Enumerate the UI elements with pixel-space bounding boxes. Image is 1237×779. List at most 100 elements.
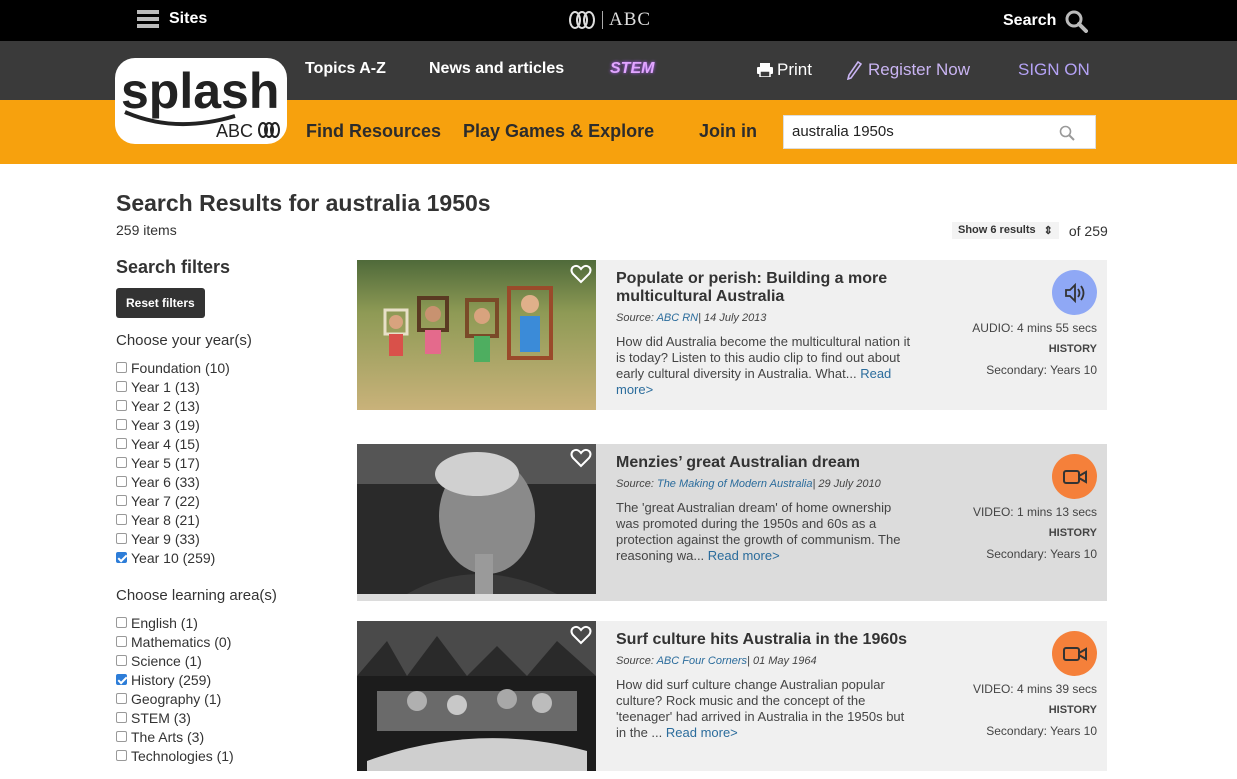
results-total: of 259 bbox=[1068, 222, 1108, 239]
sign-on-link[interactable]: SIGN ON bbox=[1018, 60, 1090, 80]
filter-checkbox[interactable] bbox=[116, 617, 127, 628]
result-meta: VIDEO: 1 mins 13 secs HISTORY Secondary: Y… bbox=[973, 454, 1097, 561]
filter-option-label: Year 8 (21) bbox=[131, 511, 200, 528]
filter-checkbox[interactable] bbox=[116, 750, 127, 761]
filter-option[interactable]: Year 2 (13) bbox=[116, 396, 316, 415]
filter-checkbox[interactable] bbox=[116, 731, 127, 742]
subject-tag: HISTORY bbox=[1048, 343, 1097, 355]
subject-tag: HISTORY bbox=[1048, 704, 1097, 716]
read-more-link[interactable]: Read more> bbox=[708, 548, 780, 563]
filter-option[interactable]: STEM (3) bbox=[116, 708, 316, 727]
filter-option-label: Year 9 (33) bbox=[131, 530, 200, 547]
result-title[interactable]: Surf culture hits Australia in the 1960s bbox=[616, 631, 916, 649]
result-title[interactable]: Menzies’ great Australian dream bbox=[616, 454, 916, 472]
filter-option[interactable]: Year 7 (22) bbox=[116, 491, 316, 510]
nav-stem-link[interactable]: STEM bbox=[610, 60, 654, 78]
play-games-link[interactable]: Play Games & Explore bbox=[463, 121, 654, 142]
filter-checkbox[interactable] bbox=[116, 636, 127, 647]
result-description: How did Australia become the multicultur… bbox=[616, 334, 916, 398]
filter-option[interactable]: Year 4 (15) bbox=[116, 434, 316, 453]
filters-title: Search filters bbox=[116, 257, 231, 277]
filter-checkbox[interactable] bbox=[116, 362, 127, 373]
filter-checkbox[interactable] bbox=[116, 712, 127, 723]
filter-checkbox[interactable] bbox=[116, 693, 127, 704]
filter-checkbox[interactable] bbox=[116, 655, 127, 666]
result-title[interactable]: Populate or perish: Building a more mult… bbox=[616, 270, 916, 306]
result-source: Source: ABC RN| 14 July 2013 bbox=[616, 312, 916, 324]
abc-logo[interactable]: ABC bbox=[568, 9, 651, 31]
result-thumbnail[interactable] bbox=[357, 260, 596, 410]
filter-option[interactable]: Geography (1) bbox=[116, 689, 316, 708]
filter-option[interactable]: Mathematics (0) bbox=[116, 632, 316, 651]
reset-filters-button[interactable]: Reset filters bbox=[116, 288, 205, 318]
hamburger-icon bbox=[137, 10, 159, 28]
search-icon[interactable] bbox=[1059, 125, 1075, 141]
filter-option[interactable]: Science (1) bbox=[116, 651, 316, 670]
filter-checkbox[interactable] bbox=[116, 533, 127, 544]
filter-checkbox[interactable] bbox=[116, 674, 127, 685]
heart-icon[interactable] bbox=[570, 264, 592, 284]
nav-news-link[interactable]: News and articles bbox=[429, 60, 564, 78]
filter-checkbox[interactable] bbox=[116, 438, 127, 449]
result-description: The 'great Australian dream' of home own… bbox=[616, 500, 916, 564]
filter-option[interactable]: Year 5 (17) bbox=[116, 453, 316, 472]
filter-option[interactable]: Year 1 (13) bbox=[116, 377, 316, 396]
filter-option-label: Technologies (1) bbox=[131, 747, 234, 764]
print-button[interactable]: Print bbox=[757, 60, 812, 80]
heart-icon[interactable] bbox=[570, 625, 592, 645]
search-icon bbox=[1065, 10, 1089, 33]
result-card[interactable]: Surf culture hits Australia in the 1960s… bbox=[357, 621, 1107, 771]
result-source-link[interactable]: The Making of Modern Australia bbox=[657, 478, 813, 490]
result-card[interactable]: Populate or perish: Building a more mult… bbox=[357, 260, 1107, 410]
updown-icon: ⇕ bbox=[1043, 225, 1053, 237]
filter-checkbox[interactable] bbox=[116, 552, 127, 563]
result-info: Surf culture hits Australia in the 1960s… bbox=[616, 631, 916, 741]
result-source: Source: ABC Four Corners| 01 May 1964 bbox=[616, 655, 916, 667]
filter-option-label: STEM (3) bbox=[131, 709, 191, 726]
filter-option[interactable]: Foundation (10) bbox=[116, 358, 316, 377]
result-date: | 14 July 2013 bbox=[698, 312, 767, 324]
splash-logo[interactable]: splash ABC bbox=[115, 58, 287, 144]
result-source-prefix: Source: bbox=[616, 655, 657, 667]
filter-option[interactable]: Year 8 (21) bbox=[116, 510, 316, 529]
filter-option[interactable]: Technologies (1) bbox=[116, 746, 316, 765]
result-source-prefix: Source: bbox=[616, 312, 657, 324]
top-search-label: Search bbox=[1003, 12, 1057, 29]
filter-option[interactable]: Year 6 (33) bbox=[116, 472, 316, 491]
filter-option[interactable]: English (1) bbox=[116, 613, 316, 632]
result-thumbnail[interactable] bbox=[357, 621, 596, 771]
page-title: Search Results for australia 1950s bbox=[116, 190, 491, 216]
filter-option-label: Year 3 (19) bbox=[131, 416, 200, 433]
abc-wordmark: ABC bbox=[609, 9, 652, 30]
filter-checkbox[interactable] bbox=[116, 495, 127, 506]
filter-option[interactable]: Year 9 (33) bbox=[116, 529, 316, 548]
sites-menu-button[interactable]: Sites bbox=[137, 10, 207, 28]
filter-option[interactable]: History (259) bbox=[116, 670, 316, 689]
join-in-link[interactable]: Join in bbox=[699, 121, 757, 142]
resource-search-input[interactable] bbox=[784, 116, 1044, 146]
register-button[interactable]: Register Now bbox=[846, 60, 970, 80]
read-more-link[interactable]: Read more> bbox=[666, 725, 738, 740]
nav-topics-link[interactable]: Topics A-Z bbox=[305, 60, 386, 78]
filter-checkbox[interactable] bbox=[116, 400, 127, 411]
divider bbox=[602, 11, 603, 29]
result-source-link[interactable]: ABC Four Corners bbox=[657, 655, 747, 667]
filter-option[interactable]: The Arts (3) bbox=[116, 727, 316, 746]
result-meta: VIDEO: 4 mins 39 secs HISTORY Secondary: Y… bbox=[973, 631, 1097, 738]
result-card[interactable]: Menzies’ great Australian dream Source: T… bbox=[357, 444, 1107, 601]
results-per-page-select[interactable]: Show 6 results ⇕ bbox=[952, 222, 1059, 239]
year-level: Secondary: Years 10 bbox=[986, 547, 1097, 561]
filter-checkbox[interactable] bbox=[116, 476, 127, 487]
heart-icon[interactable] bbox=[570, 448, 592, 468]
filter-checkbox[interactable] bbox=[116, 381, 127, 392]
filter-option[interactable]: Year 10 (259) bbox=[116, 548, 316, 567]
filter-checkbox[interactable] bbox=[116, 419, 127, 430]
find-resources-link[interactable]: Find Resources bbox=[306, 121, 441, 142]
filter-checkbox[interactable] bbox=[116, 514, 127, 525]
year-level: Secondary: Years 10 bbox=[986, 724, 1097, 738]
top-search-button[interactable]: Search bbox=[1003, 9, 1089, 33]
result-thumbnail[interactable] bbox=[357, 444, 596, 594]
filter-option[interactable]: Year 3 (19) bbox=[116, 415, 316, 434]
filter-checkbox[interactable] bbox=[116, 457, 127, 468]
result-source-link[interactable]: ABC RN bbox=[657, 312, 699, 324]
